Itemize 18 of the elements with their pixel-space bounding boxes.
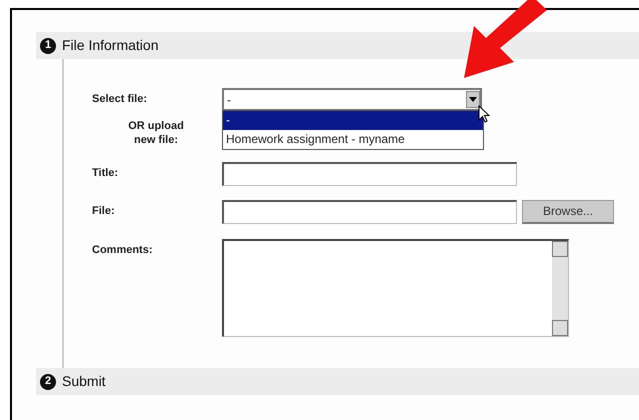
file-field[interactable] bbox=[222, 200, 517, 224]
step-number: 1 bbox=[40, 38, 56, 54]
dropdown-option[interactable]: - bbox=[223, 111, 483, 130]
field-label: File: bbox=[92, 204, 116, 219]
field-label: OR upload new file: bbox=[127, 119, 185, 148]
section-title: File Information bbox=[62, 36, 158, 55]
field-label: Title: bbox=[92, 166, 120, 181]
title-field[interactable] bbox=[222, 162, 517, 186]
select-value: - bbox=[227, 92, 231, 108]
step-number: 2 bbox=[40, 374, 56, 390]
scrollbar[interactable] bbox=[552, 240, 568, 336]
comments-field[interactable] bbox=[222, 238, 569, 337]
section-title: Submit bbox=[62, 372, 106, 391]
field-label: Comments: bbox=[92, 242, 154, 258]
file-select[interactable]: - bbox=[222, 88, 482, 111]
dropdown-option[interactable]: Homework assignment - myname bbox=[223, 130, 483, 149]
browse-button[interactable]: Browse... bbox=[522, 200, 614, 224]
field-label: Select file: bbox=[92, 92, 148, 107]
